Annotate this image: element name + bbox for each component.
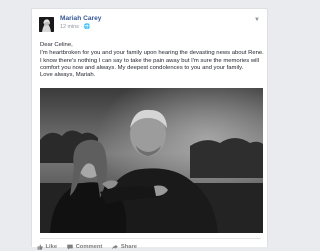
message-signoff: Love always, Mariah. xyxy=(40,72,96,79)
post-timestamp[interactable]: 12 mins · 🌐 xyxy=(60,24,90,30)
post-card: Mariah Carey 12 mins · 🌐 ▼ Dear Celine, … xyxy=(31,8,268,250)
chevron-down-icon[interactable]: ▼ xyxy=(254,17,260,23)
actions-divider xyxy=(40,238,261,239)
author-name[interactable]: Mariah Carey xyxy=(60,15,101,22)
post-message: Dear Celine, I'm heartbroken for you and… xyxy=(40,42,264,80)
post-photo[interactable] xyxy=(40,88,263,233)
avatar[interactable] xyxy=(39,17,54,32)
message-body: I'm heartbroken for you and your family … xyxy=(40,50,264,72)
message-greeting: Dear Celine, xyxy=(40,42,73,48)
